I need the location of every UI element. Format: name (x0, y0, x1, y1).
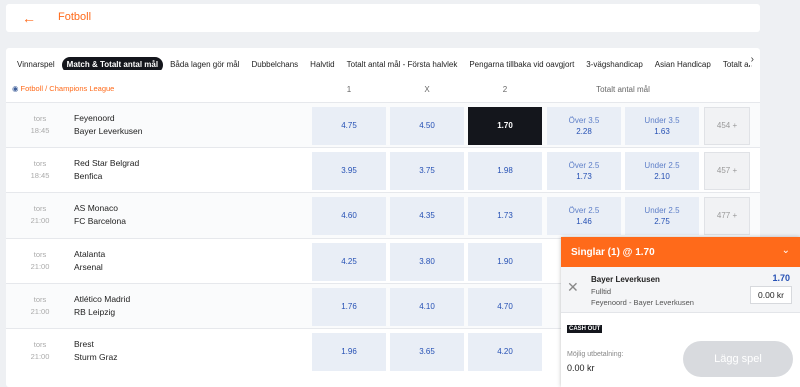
more-markets-button[interactable]: 454 + (704, 107, 750, 145)
league-breadcrumb[interactable]: ◉ Fotboll / Champions League (12, 84, 114, 93)
odds-draw-button[interactable]: 3.80 (390, 242, 464, 281)
place-bet-button[interactable]: Lägg spel (683, 341, 793, 377)
tab-vinnarspel[interactable]: Vinnarspel (12, 57, 60, 70)
match-time: tors 18:45 (30, 159, 50, 181)
odds-home-button[interactable]: 4.75 (312, 107, 386, 145)
under-goals-button[interactable]: Under 3.5 1.63 (625, 107, 699, 145)
match-row: tors 21:00 AS Monaco FC Barcelona 4.60 4.35 1.… (6, 192, 760, 238)
home-team[interactable]: Feyenoord (74, 113, 115, 123)
payout-label: Möjlig utbetalning: (567, 351, 624, 358)
away-team[interactable]: Sturm Graz (74, 352, 117, 362)
stake-input[interactable]: 0.00 kr (750, 286, 792, 304)
over-goals-button[interactable]: Över 2.5 1.73 (547, 152, 621, 191)
odds-home-button[interactable]: 1.96 (312, 332, 386, 371)
tab-pengarna-tillbaka-vid-oavgjort[interactable]: Pengarna tillbaka vid oavgjort (464, 57, 579, 70)
odds-away-button[interactable]: 4.70 (468, 287, 542, 326)
odds-draw-button[interactable]: 4.50 (390, 107, 464, 145)
tab-totalt-antal-mål-första-halvlek[interactable]: Totalt antal mål - Första halvlek (342, 57, 463, 70)
away-team[interactable]: Arsenal (74, 262, 103, 272)
home-team[interactable]: Red Star Belgrad (74, 158, 139, 168)
tabs-scroll-right-icon[interactable]: › (747, 54, 754, 65)
odds-away-button[interactable]: 1.98 (468, 152, 542, 191)
odds-draw-button[interactable]: 3.75 (390, 152, 464, 191)
home-team[interactable]: Atalanta (74, 249, 105, 259)
close-icon[interactable]: ✕ (567, 279, 579, 296)
away-team[interactable]: FC Barcelona (74, 216, 126, 226)
selection-market: Fulltid (591, 287, 612, 296)
home-team[interactable]: Atlético Madrid (74, 294, 130, 304)
odds-away-button[interactable]: 1.90 (468, 242, 542, 281)
column-header-2: 2 (502, 85, 508, 94)
back-arrow-icon[interactable]: ← (22, 10, 36, 26)
betslip: Singlar (1) @ 1.70 ⌄ ✕ Bayer Leverkusen … (561, 237, 800, 387)
betslip-title: Singlar (1) @ 1.70 (571, 247, 655, 258)
betslip-selection: ✕ Bayer Leverkusen Fulltid Feyenoord - B… (561, 267, 800, 313)
chevron-down-icon[interactable]: ⌄ (782, 245, 790, 256)
payout-value: 0.00 kr (567, 363, 595, 373)
top-bar: ← Fotboll (6, 4, 760, 32)
tab-båda-lagen-gör-mål[interactable]: Båda lagen gör mål (165, 57, 244, 70)
betslip-header[interactable]: Singlar (1) @ 1.70 ⌄ (561, 237, 800, 267)
tab-match-totalt-antal-mål[interactable]: Match & Totalt antal mål (61, 57, 164, 70)
selection-match: Feyenoord - Bayer Leverkusen (591, 298, 694, 307)
tab-dubbelchans[interactable]: Dubbelchans (246, 57, 303, 70)
odds-home-button[interactable]: 4.60 (312, 197, 386, 236)
home-team[interactable]: Brest (74, 339, 94, 349)
odds-home-button[interactable]: 4.25 (312, 242, 386, 281)
match-time: tors 21:00 (30, 339, 50, 361)
over-goals-button[interactable]: Över 2.5 1.46 (547, 197, 621, 236)
odds-away-button[interactable]: 1.73 (468, 197, 542, 236)
home-team[interactable]: AS Monaco (74, 203, 118, 213)
match-time: tors 21:00 (30, 249, 50, 271)
selection-odds: 1.70 (772, 273, 790, 283)
match-row: tors 18:45 Red Star Belgrad Benfica 3.95 3.75… (6, 147, 760, 192)
page-title: Fotboll (58, 11, 92, 23)
globe-icon: ◉ (12, 84, 19, 93)
more-markets-button[interactable]: 477 + (704, 197, 750, 236)
match-time: tors 21:00 (30, 294, 50, 316)
tab-3-vägshandicap[interactable]: 3-vägshandicap (581, 57, 647, 70)
odds-away-button[interactable]: 1.70 (468, 107, 542, 145)
odds-home-button[interactable]: 3.95 (312, 152, 386, 191)
column-header-x: X (424, 85, 430, 94)
away-team[interactable]: Bayer Leverkusen (74, 126, 143, 136)
market-tabs: Vinnarspel Match & Totalt antal mål Båda l… (12, 54, 752, 70)
under-goals-button[interactable]: Under 2.5 2.75 (625, 197, 699, 236)
away-team[interactable]: RB Leipzig (74, 307, 115, 317)
match-row: tors 18:45 Feyenoord Bayer Leverkusen 4.75 4.… (6, 102, 760, 148)
column-header-total-goals: Totalt antal mål (596, 85, 650, 94)
odds-draw-button[interactable]: 3.65 (390, 332, 464, 371)
selection-name: Bayer Leverkusen (591, 275, 660, 284)
tab-halvtid[interactable]: Halvtid (305, 57, 339, 70)
under-goals-button[interactable]: Under 2.5 2.10 (625, 152, 699, 191)
match-time: tors 18:45 (30, 114, 50, 135)
odds-home-button[interactable]: 1.76 (312, 287, 386, 326)
match-time: tors 21:00 (30, 204, 50, 226)
odds-draw-button[interactable]: 4.10 (390, 287, 464, 326)
column-header-1: 1 (346, 85, 352, 94)
more-markets-button[interactable]: 457 + (704, 152, 750, 191)
cashout-badge: CASH OUT (567, 325, 603, 333)
over-goals-button[interactable]: Över 3.5 2.28 (547, 107, 621, 145)
tab-asian-handicap[interactable]: Asian Handicap (650, 57, 716, 70)
away-team[interactable]: Benfica (74, 171, 102, 181)
odds-draw-button[interactable]: 4.35 (390, 197, 464, 236)
odds-away-button[interactable]: 4.20 (468, 332, 542, 371)
